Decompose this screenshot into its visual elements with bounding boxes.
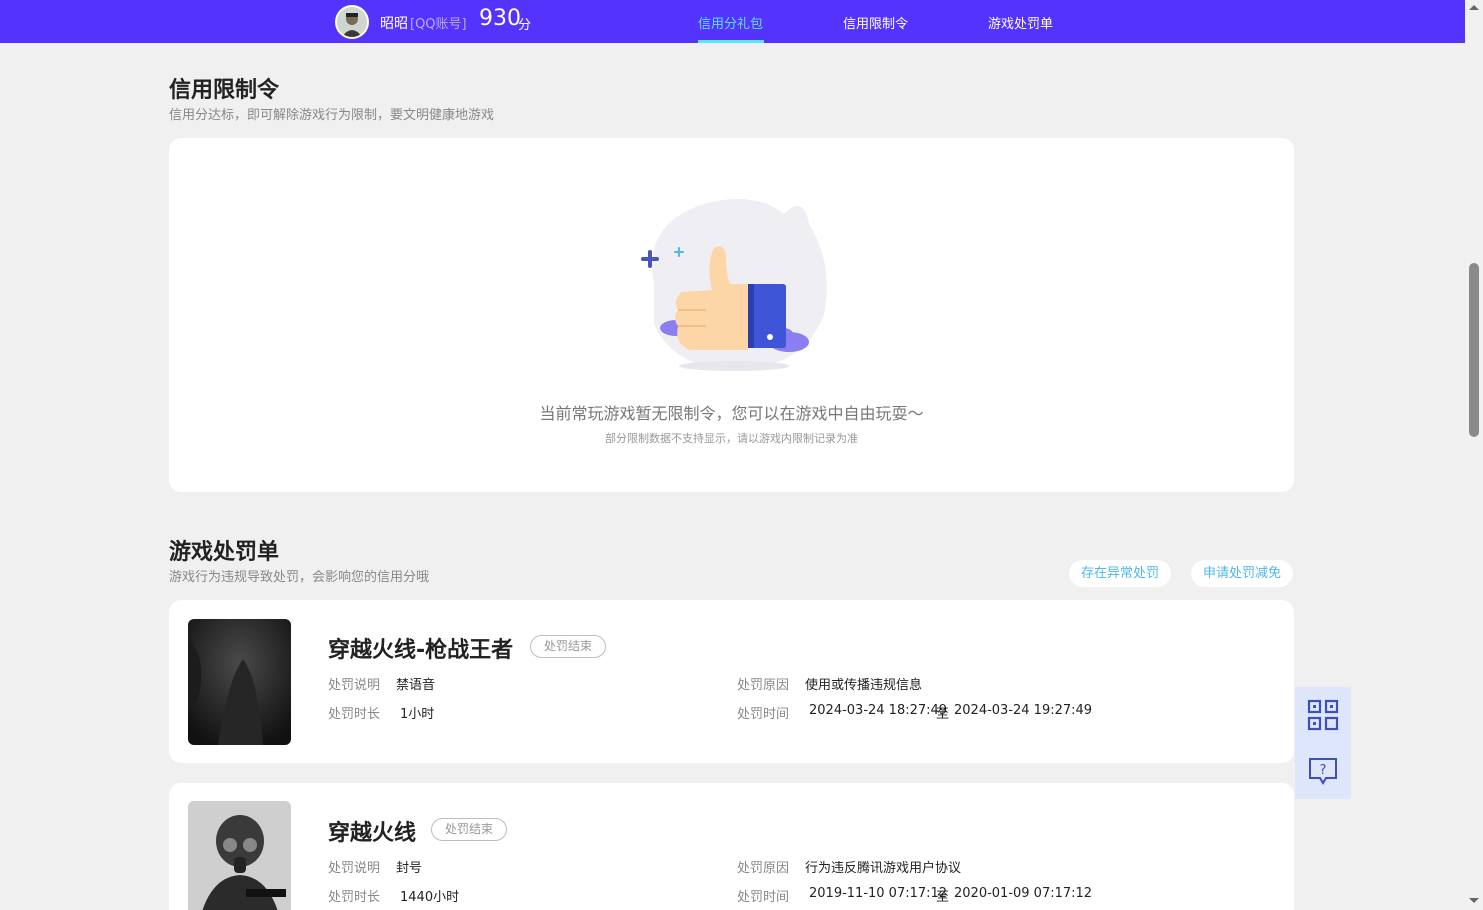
active-tab-indicator — [698, 40, 764, 43]
penalty-desc-value: 禁语音 — [396, 678, 436, 693]
help-chat-icon: ? — [1309, 758, 1337, 785]
scroll-thumb[interactable] — [1469, 263, 1479, 437]
penalty-end-time: 2024-03-24 19:27:49 — [954, 703, 1093, 718]
penalty-desc-label: 处罚说明 — [328, 678, 381, 693]
penalty-time-label: 处罚时间 — [737, 707, 790, 722]
penalty-reason-label: 处罚原因 — [737, 861, 790, 876]
penalty-time-label: 处罚时间 — [737, 890, 790, 905]
top-nav-bar: 昭昭 [QQ账号] 930 分 信用分礼包 信用限制令 游戏处罚单 — [0, 0, 1465, 43]
penalty-time-separator: 至 — [936, 707, 950, 722]
empty-state-note: 部分限制数据不支持显示，请以游戏内限制记录为准 — [605, 432, 858, 445]
game-thumbnail — [188, 619, 291, 745]
page-scrollbar[interactable] — [1465, 0, 1483, 910]
help-button[interactable]: ? — [1295, 743, 1351, 799]
user-name: 昭昭 — [380, 16, 408, 32]
penalty-section-subtitle: 游戏行为违规导致处罚，会影响您的信用分哦 — [169, 570, 430, 585]
restriction-empty-card: 当前常玩游戏暂无限制令，您可以在游戏中自由玩耍～ 部分限制数据不支持显示，请以游… — [169, 138, 1294, 492]
apply-penalty-reduction-button[interactable]: 申请处罚减免 — [1191, 560, 1294, 587]
penalty-desc-value: 封号 — [396, 861, 423, 876]
qr-code-button[interactable] — [1295, 687, 1351, 743]
tab-game-penalty[interactable]: 游戏处罚单 — [988, 13, 1053, 32]
tab-credit-gift[interactable]: 信用分礼包 — [698, 13, 763, 32]
svg-text:?: ? — [1320, 763, 1327, 778]
game-thumbnail — [188, 801, 291, 910]
penalty-start-time: 2019-11-10 07:17:12 — [809, 886, 948, 901]
restriction-section-subtitle: 信用分达标，即可解除游戏行为限制，要文明健康地游戏 — [169, 108, 495, 123]
avatar[interactable] — [335, 5, 369, 39]
credit-score: 930 — [479, 6, 521, 31]
tab-credit-restriction[interactable]: 信用限制令 — [843, 13, 908, 32]
penalty-start-time: 2024-03-24 18:27:49 — [809, 703, 948, 718]
abnormal-penalty-button[interactable]: 存在异常处罚 — [1069, 560, 1172, 587]
account-type: [QQ账号] — [410, 17, 467, 32]
penalty-card[interactable]: 穿越火线-枪战王者 处罚结束 处罚说明 禁语音 处罚原因 使用或传播违规信息 处… — [169, 600, 1294, 763]
penalty-desc-label: 处罚说明 — [328, 861, 381, 876]
penalty-reason-value: 行为违反腾讯游戏用户协议 — [805, 861, 962, 876]
scroll-up-arrow[interactable] — [1469, 5, 1479, 10]
status-badge: 处罚结束 — [530, 635, 607, 658]
status-badge: 处罚结束 — [431, 818, 508, 841]
penalty-end-time: 2020-01-09 07:17:12 — [954, 886, 1093, 901]
game-title: 穿越火线-枪战王者 — [328, 638, 514, 663]
empty-state-message: 当前常玩游戏暂无限制令，您可以在游戏中自由玩耍～ — [539, 404, 924, 423]
penalty-section-title: 游戏处罚单 — [169, 540, 280, 565]
credit-score-unit: 分 — [518, 18, 532, 33]
thumbs-up-icon — [641, 198, 827, 371]
restriction-section-title: 信用限制令 — [169, 78, 280, 103]
qr-code-icon — [1307, 699, 1339, 731]
penalty-reason-value: 使用或传播违规信息 — [805, 678, 923, 693]
penalty-duration-value: 1440小时 — [400, 890, 460, 905]
penalty-duration-value: 1小时 — [400, 707, 435, 722]
penalty-card[interactable]: 穿越火线 处罚结束 处罚说明 封号 处罚原因 行为违反腾讯游戏用户协议 处罚时长… — [169, 783, 1294, 910]
scroll-down-arrow[interactable] — [1469, 898, 1479, 903]
penalty-duration-label: 处罚时长 — [328, 707, 381, 722]
game-title: 穿越火线 — [328, 821, 417, 846]
penalty-reason-label: 处罚原因 — [737, 678, 790, 693]
penalty-time-separator: 至 — [936, 890, 950, 905]
penalty-duration-label: 处罚时长 — [328, 890, 381, 905]
